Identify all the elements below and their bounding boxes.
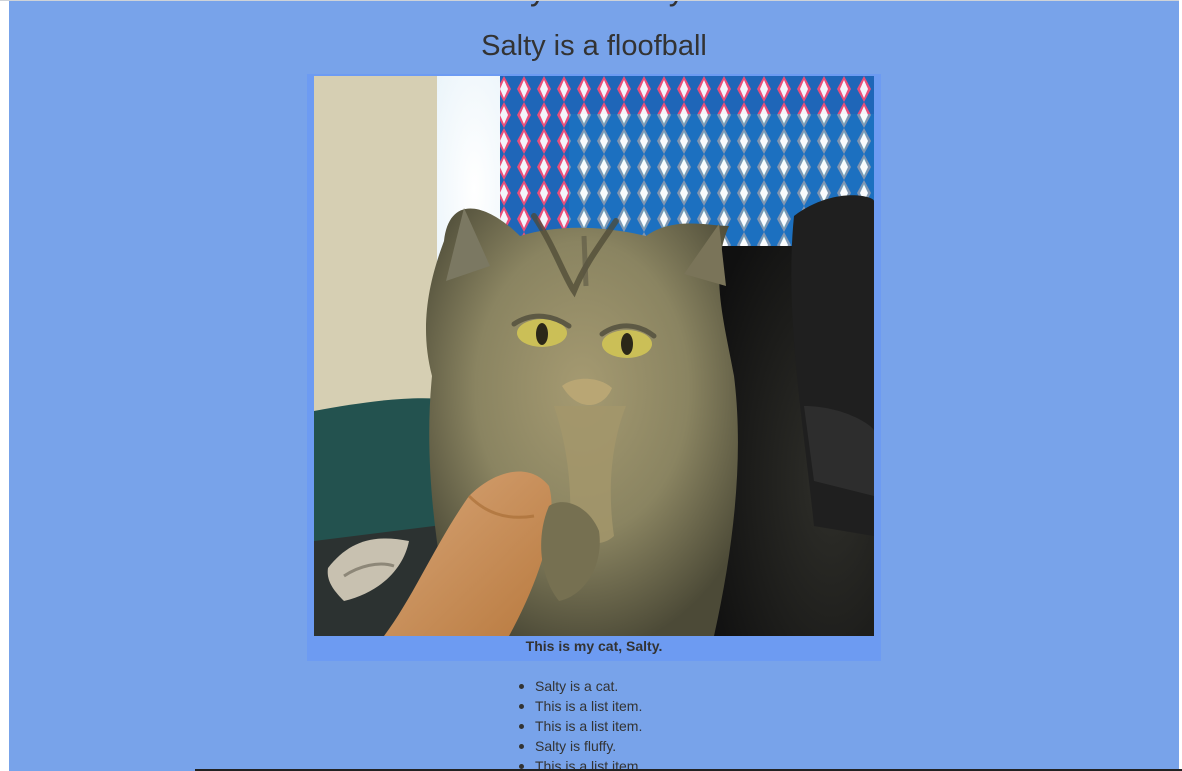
- photo-caption: This is my cat, Salty.: [525, 638, 663, 654]
- bullet-icon: [519, 744, 524, 749]
- page-viewport[interactable]: My Cat Salty Salty is a floofball: [9, 1, 1179, 771]
- bullet-icon: [519, 704, 524, 709]
- list-item: This is a list item.: [517, 696, 642, 716]
- list-item: Salty is a cat.: [517, 676, 642, 696]
- bullet-icon: [519, 684, 524, 689]
- bullet-icon: [519, 724, 524, 729]
- cat-photo-illustration: [314, 76, 874, 636]
- cat-figure: This is my cat, Salty.: [307, 74, 881, 661]
- page-subtitle: Salty is a floofball: [481, 30, 707, 62]
- fact-list: Salty is a cat. This is a list item. Thi…: [517, 676, 642, 771]
- list-item: Salty is fluffy.: [517, 736, 642, 756]
- list-item-text: Salty is fluffy.: [535, 738, 617, 754]
- cat-photo: [314, 76, 874, 636]
- list-item-text: This is a list item.: [535, 718, 643, 734]
- list-item: This is a list item.: [517, 716, 642, 736]
- list-item-text: This is a list item.: [535, 698, 643, 714]
- page-title: My Cat Salty: [9, 1, 1179, 9]
- list-item-text: Salty is a cat.: [535, 678, 619, 694]
